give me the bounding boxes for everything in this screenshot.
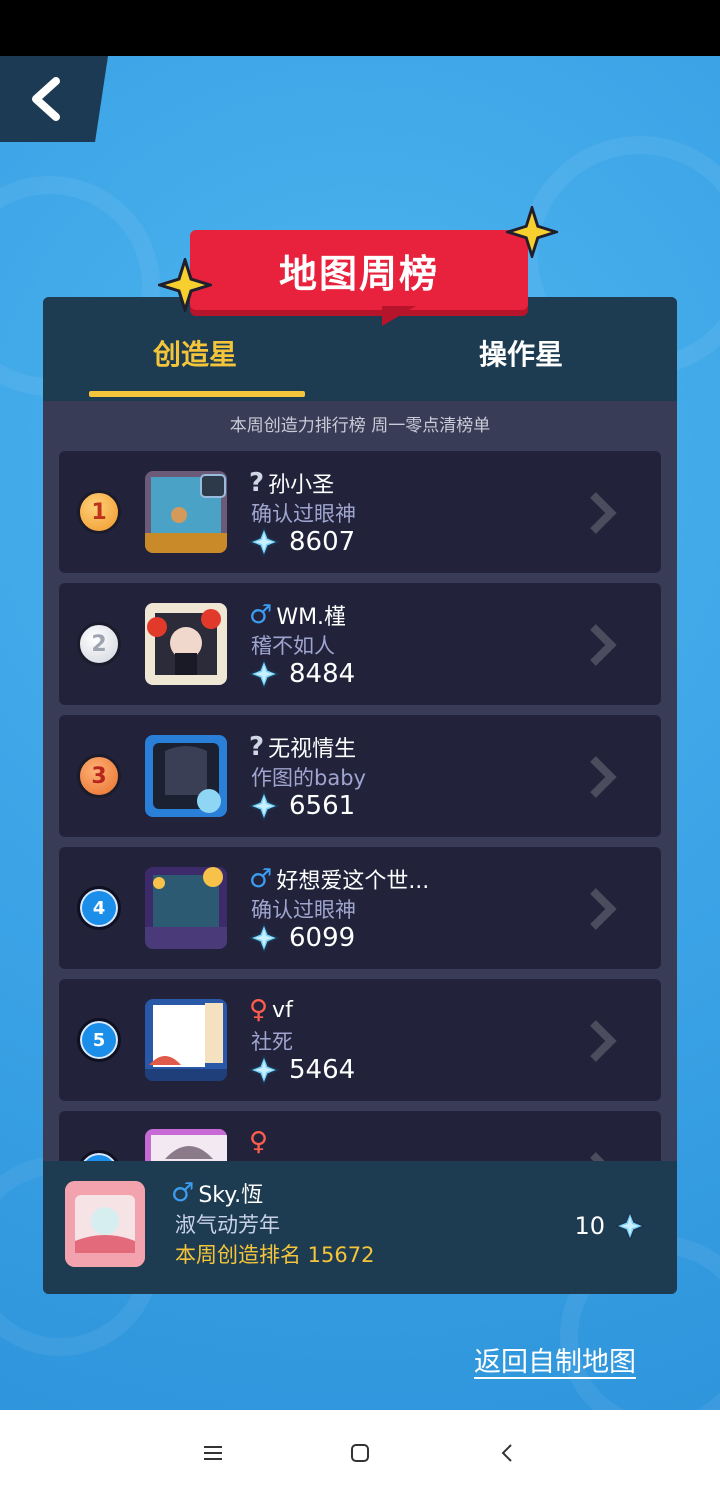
player-title: 作图的baby <box>251 766 366 790</box>
tab-creator-star[interactable]: 创造星 <box>153 333 237 373</box>
page-title-banner: 地图周榜 <box>190 230 528 310</box>
player-title: 稽不如人 <box>251 634 335 658</box>
player-score: 6561 <box>249 791 355 821</box>
my-title: 淑气动芳年 <box>175 1213 280 1237</box>
crystal-icon <box>249 527 279 557</box>
chevron-right-icon <box>590 1020 617 1062</box>
sparkle-star-icon <box>158 258 212 312</box>
my-name: ♂ Sky.恆 <box>171 1178 264 1208</box>
gender-male-icon: ♂ <box>249 600 273 630</box>
menu-nav-button[interactable] <box>193 1433 233 1473</box>
gender-male-icon: ♂ <box>249 864 273 894</box>
player-name: ♀ vf <box>249 995 293 1025</box>
back-arrow-icon <box>32 77 60 121</box>
list-item[interactable]: 3 ? 无视情生 作图的baby 6561 <box>59 715 661 837</box>
list-item[interactable]: 5 ♀ vf 社死 5464 <box>59 979 661 1101</box>
back-chevron-icon <box>501 1444 512 1462</box>
return-to-custom-maps-link[interactable]: 返回自制地图 <box>474 1340 636 1379</box>
gender-unknown-icon: ? <box>249 732 265 762</box>
leaderboard-panel: 创造星 操作星 本周创造力排行榜 周一零点清榜单 1 ? 孙小圣 确认过眼神 86… <box>43 297 677 1294</box>
system-nav-bar <box>0 1410 720 1496</box>
gender-male-icon: ♂ <box>171 1178 195 1208</box>
crystal-icon <box>249 791 279 821</box>
player-name: ? 孙小圣 <box>249 468 335 498</box>
my-rank-bar: ♂ Sky.恆 淑气动芳年 本周创造排名 15672 10 <box>43 1161 677 1294</box>
tab-bar: 创造星 操作星 <box>43 297 677 401</box>
chevron-right-icon <box>590 492 617 534</box>
list-item[interactable]: 6 ♀ <box>59 1111 661 1161</box>
my-avatar <box>65 1181 145 1267</box>
leaderboard-subtitle: 本周创造力排行榜 周一零点清榜单 <box>43 401 677 451</box>
my-weekly-rank: 本周创造排名 15672 <box>175 1243 375 1267</box>
gender-female-icon: ♀ <box>249 995 269 1025</box>
active-tab-indicator <box>89 391 305 397</box>
my-score: 10 <box>574 1211 645 1241</box>
leaderboard-list[interactable]: 1 ? 孙小圣 确认过眼神 8607 2 ♂ WM.槿 稽不如人 8484 3 … <box>43 451 677 1161</box>
player-title: 确认过眼神 <box>251 898 356 922</box>
rank-badge: 1 <box>77 490 121 534</box>
avatar <box>145 735 227 817</box>
chevron-right-icon <box>590 888 617 930</box>
menu-icon <box>204 1446 223 1460</box>
avatar <box>145 867 227 949</box>
rank-badge: 3 <box>77 754 121 798</box>
avatar <box>145 1129 227 1161</box>
crystal-icon <box>249 659 279 689</box>
avatar <box>145 603 227 685</box>
player-name: ♀ <box>249 1127 272 1157</box>
crystal-icon <box>615 1211 645 1241</box>
player-name: ♂ 好想爱这个世... <box>249 864 430 894</box>
gender-unknown-icon: ? <box>249 468 265 498</box>
player-score: 8607 <box>249 527 355 557</box>
home-nav-button[interactable] <box>340 1433 380 1473</box>
gender-female-icon: ♀ <box>249 1127 269 1157</box>
back-nav-button[interactable] <box>487 1433 527 1473</box>
home-square-icon <box>350 1444 369 1462</box>
list-item[interactable]: 2 ♂ WM.槿 稽不如人 8484 <box>59 583 661 705</box>
chevron-right-icon <box>590 624 617 666</box>
list-item[interactable]: 4 ♂ 好想爱这个世... 确认过眼神 6099 <box>59 847 661 969</box>
tab-operation-star[interactable]: 操作星 <box>479 333 563 373</box>
rank-badge: 4 <box>77 886 121 930</box>
status-bar <box>0 0 720 56</box>
crystal-icon <box>249 923 279 953</box>
avatar <box>145 471 227 553</box>
player-score: 8484 <box>249 659 355 689</box>
rank-badge: 2 <box>77 622 121 666</box>
list-item[interactable]: 1 ? 孙小圣 确认过眼神 8607 <box>59 451 661 573</box>
chevron-right-icon <box>590 1152 605 1161</box>
crystal-icon <box>249 1055 279 1085</box>
player-name: ♂ WM.槿 <box>249 600 347 630</box>
sparkle-star-icon <box>506 206 558 258</box>
player-title: 社死 <box>251 1030 293 1054</box>
rank-badge: 5 <box>77 1018 121 1062</box>
player-score: 5464 <box>249 1055 355 1085</box>
back-button[interactable] <box>0 56 108 142</box>
player-title: 确认过眼神 <box>251 502 356 526</box>
chevron-right-icon <box>590 756 617 798</box>
player-name: ? 无视情生 <box>249 732 357 762</box>
rank-badge: 6 <box>77 1150 121 1161</box>
player-score: 6099 <box>249 923 355 953</box>
avatar <box>145 999 227 1081</box>
